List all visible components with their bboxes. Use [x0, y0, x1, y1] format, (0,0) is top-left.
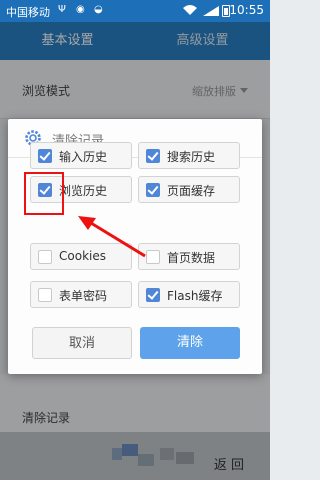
annotation-arrow-icon	[78, 216, 146, 258]
checkbox[interactable]	[146, 149, 160, 163]
option-label: 首页数据	[167, 251, 216, 265]
option-label: 搜索历史	[167, 150, 216, 164]
clear-button[interactable]: 清除	[140, 327, 240, 359]
option-form-passwords[interactable]: 表单密码	[30, 281, 132, 308]
cancel-button[interactable]: 取消	[32, 327, 132, 359]
option-label: Flash缓存	[167, 289, 223, 303]
option-label: 表单密码	[59, 289, 108, 303]
option-input-history[interactable]: 输入历史	[30, 142, 132, 169]
status-bar: 中国移动 Ψ ◉ ◒ 10:55	[0, 0, 270, 22]
checkbox[interactable]	[146, 288, 160, 302]
notification-icon: ◉	[76, 4, 85, 15]
signal-icon	[203, 6, 219, 16]
checkbox[interactable]	[38, 149, 52, 163]
option-label: 页面缓存	[167, 184, 216, 198]
option-search-history[interactable]: 搜索历史	[138, 142, 240, 169]
carrier-name: 中国移动	[6, 6, 50, 19]
highlight-box	[24, 172, 64, 215]
option-homepage-data[interactable]: 首页数据	[138, 243, 240, 270]
checkbox[interactable]	[38, 288, 52, 302]
option-label: 输入历史	[59, 150, 108, 164]
android-icon: ◒	[94, 4, 103, 15]
clock: 10:55	[229, 3, 264, 17]
option-flash-cache[interactable]: Flash缓存	[138, 281, 240, 308]
checkbox[interactable]	[38, 250, 52, 264]
usb-icon: Ψ	[58, 4, 66, 15]
wifi-icon	[183, 5, 197, 15]
option-page-cache[interactable]: 页面缓存	[138, 176, 240, 203]
